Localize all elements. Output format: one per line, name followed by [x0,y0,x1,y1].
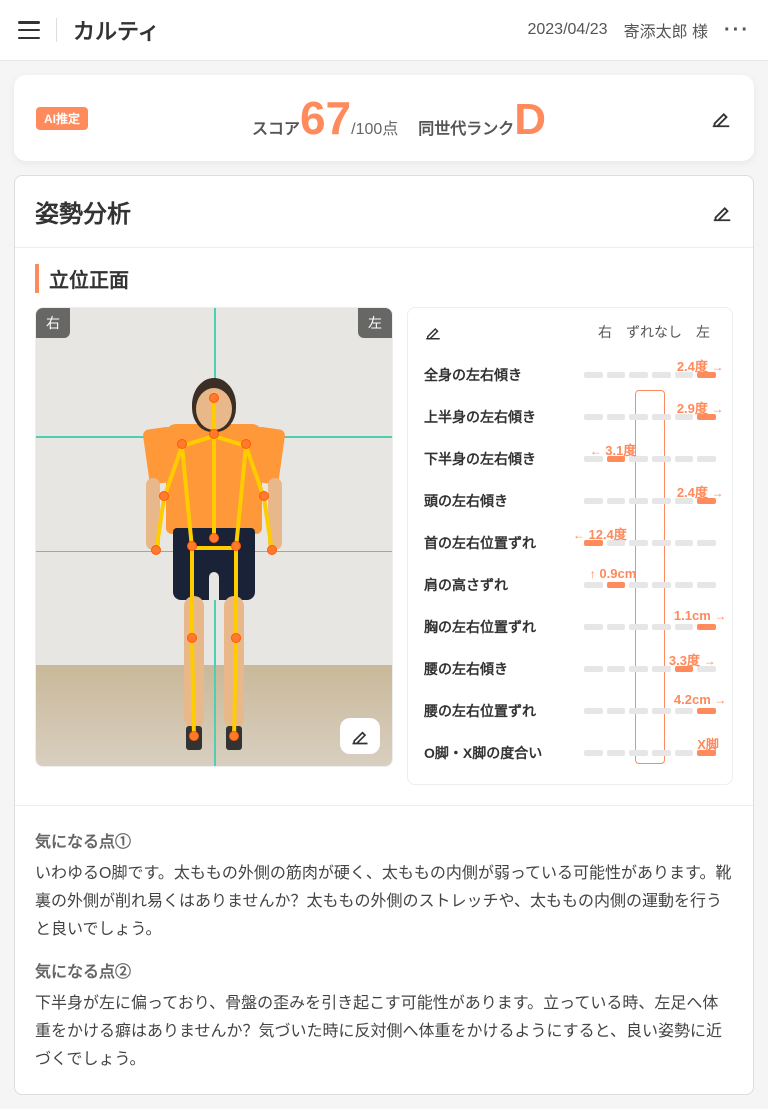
metric-value: 3.3度 → [669,650,716,669]
metric-name: 首の左右位置ずれ [424,533,584,553]
metrics-panel: 右 ずれなし 左 全身の左右傾き2.4度 →上半身の左右傾き2.9度 →下半身の… [407,307,733,785]
posture-photo: 右 左 [35,307,393,767]
col-left: 左 [696,322,710,342]
divider [56,18,57,42]
metric-bar: 2.4度 → [584,496,716,506]
note-title: 気になる点② [35,958,733,982]
metric-bar: 2.4度 → [584,370,716,380]
metric-value: X脚 [697,734,719,753]
metric-name: 肩の高さずれ [424,575,584,595]
note-body: いわゆるO脚です。太ももの外側の筋肉が硬く、太ももの内側が弱っている可能性があり… [35,860,733,944]
metric-name: 全身の左右傾き [424,365,584,385]
ai-badge: AI推定 [36,107,88,130]
metric-row: 腰の左右傾き3.3度 → [424,648,716,690]
score-value: 67 [300,92,351,144]
metric-bar: X脚 [584,748,716,758]
more-icon[interactable]: ··· [724,19,750,42]
app-header: カルティ 2023/04/23 寄添太郎 様 ··· [0,0,768,61]
metric-name: O脚・X脚の度合い [424,743,584,763]
metric-bar: ↑ 0.9cm [584,580,716,590]
metric-row: 肩の高さずれ↑ 0.9cm [424,564,716,606]
metric-name: 下半身の左右傾き [424,449,584,469]
metrics-edit-icon[interactable] [424,323,442,341]
metric-row: 首の左右位置ずれ← 12.4度 [424,522,716,564]
analysis-card: 姿勢分析 立位正面 [14,175,754,1095]
col-center: ずれなし [626,322,682,342]
note-title: 気になる点① [35,828,733,852]
metric-bar: 2.9度 → [584,412,716,422]
header-date: 2023/04/23 [527,21,607,39]
metric-row: O脚・X脚の度合いX脚 [424,732,716,774]
notes-section: 気になる点① いわゆるO脚です。太ももの外側の筋肉が硬く、太ももの内側が弱っている… [15,805,753,1094]
app-title: カルティ [73,14,160,46]
edit-icon[interactable] [710,107,732,129]
rank-label: 同世代ランク [418,121,514,138]
metric-value: ↑ 0.9cm [590,566,636,581]
metric-name: 胸の左右位置ずれ [424,617,584,637]
metric-name: 腰の左右位置ずれ [424,701,584,721]
metric-row: 頭の左右傾き2.4度 → [424,480,716,522]
metric-bar: ← 12.4度 [584,538,716,548]
photo-right-tag: 右 [36,308,70,338]
metric-value: 2.4度 → [677,482,724,501]
metric-value: 1.1cm → [674,608,726,623]
menu-icon[interactable] [18,21,40,39]
metric-bar: 4.2cm → [584,706,716,716]
analysis-title: 姿勢分析 [35,194,131,229]
metric-value: 4.2cm → [674,692,726,707]
metric-value: 2.4度 → [677,356,724,375]
metric-name: 上半身の左右傾き [424,407,584,427]
edit-icon[interactable] [711,201,733,223]
metric-bar: 3.3度 → [584,664,716,674]
metric-name: 頭の左右傾き [424,491,584,511]
photo-left-tag: 左 [358,308,392,338]
photo-edit-button[interactable] [340,718,380,754]
score-card: AI推定 スコア67/100点 同世代ランクD [14,75,754,161]
metric-value: 2.9度 → [677,398,724,417]
score-label: スコア [252,121,300,138]
metric-row: 腰の左右位置ずれ4.2cm → [424,690,716,732]
score-max: /100点 [351,121,398,138]
metric-name: 腰の左右傾き [424,659,584,679]
col-right: 右 [598,322,612,342]
metric-row: 全身の左右傾き2.4度 → [424,354,716,396]
metric-row: 胸の左右位置ずれ1.1cm → [424,606,716,648]
metric-bar: 1.1cm → [584,622,716,632]
patient-name: 寄添太郎 様 [624,18,708,42]
rank-value: D [514,95,546,144]
metric-bar: ← 3.1度 [584,454,716,464]
metric-value: ← 3.1度 [590,440,637,459]
metric-value: ← 12.4度 [573,524,627,543]
sub-title: 立位正面 [35,264,733,293]
metric-row: 上半身の左右傾き2.9度 → [424,396,716,438]
metric-row: 下半身の左右傾き← 3.1度 [424,438,716,480]
